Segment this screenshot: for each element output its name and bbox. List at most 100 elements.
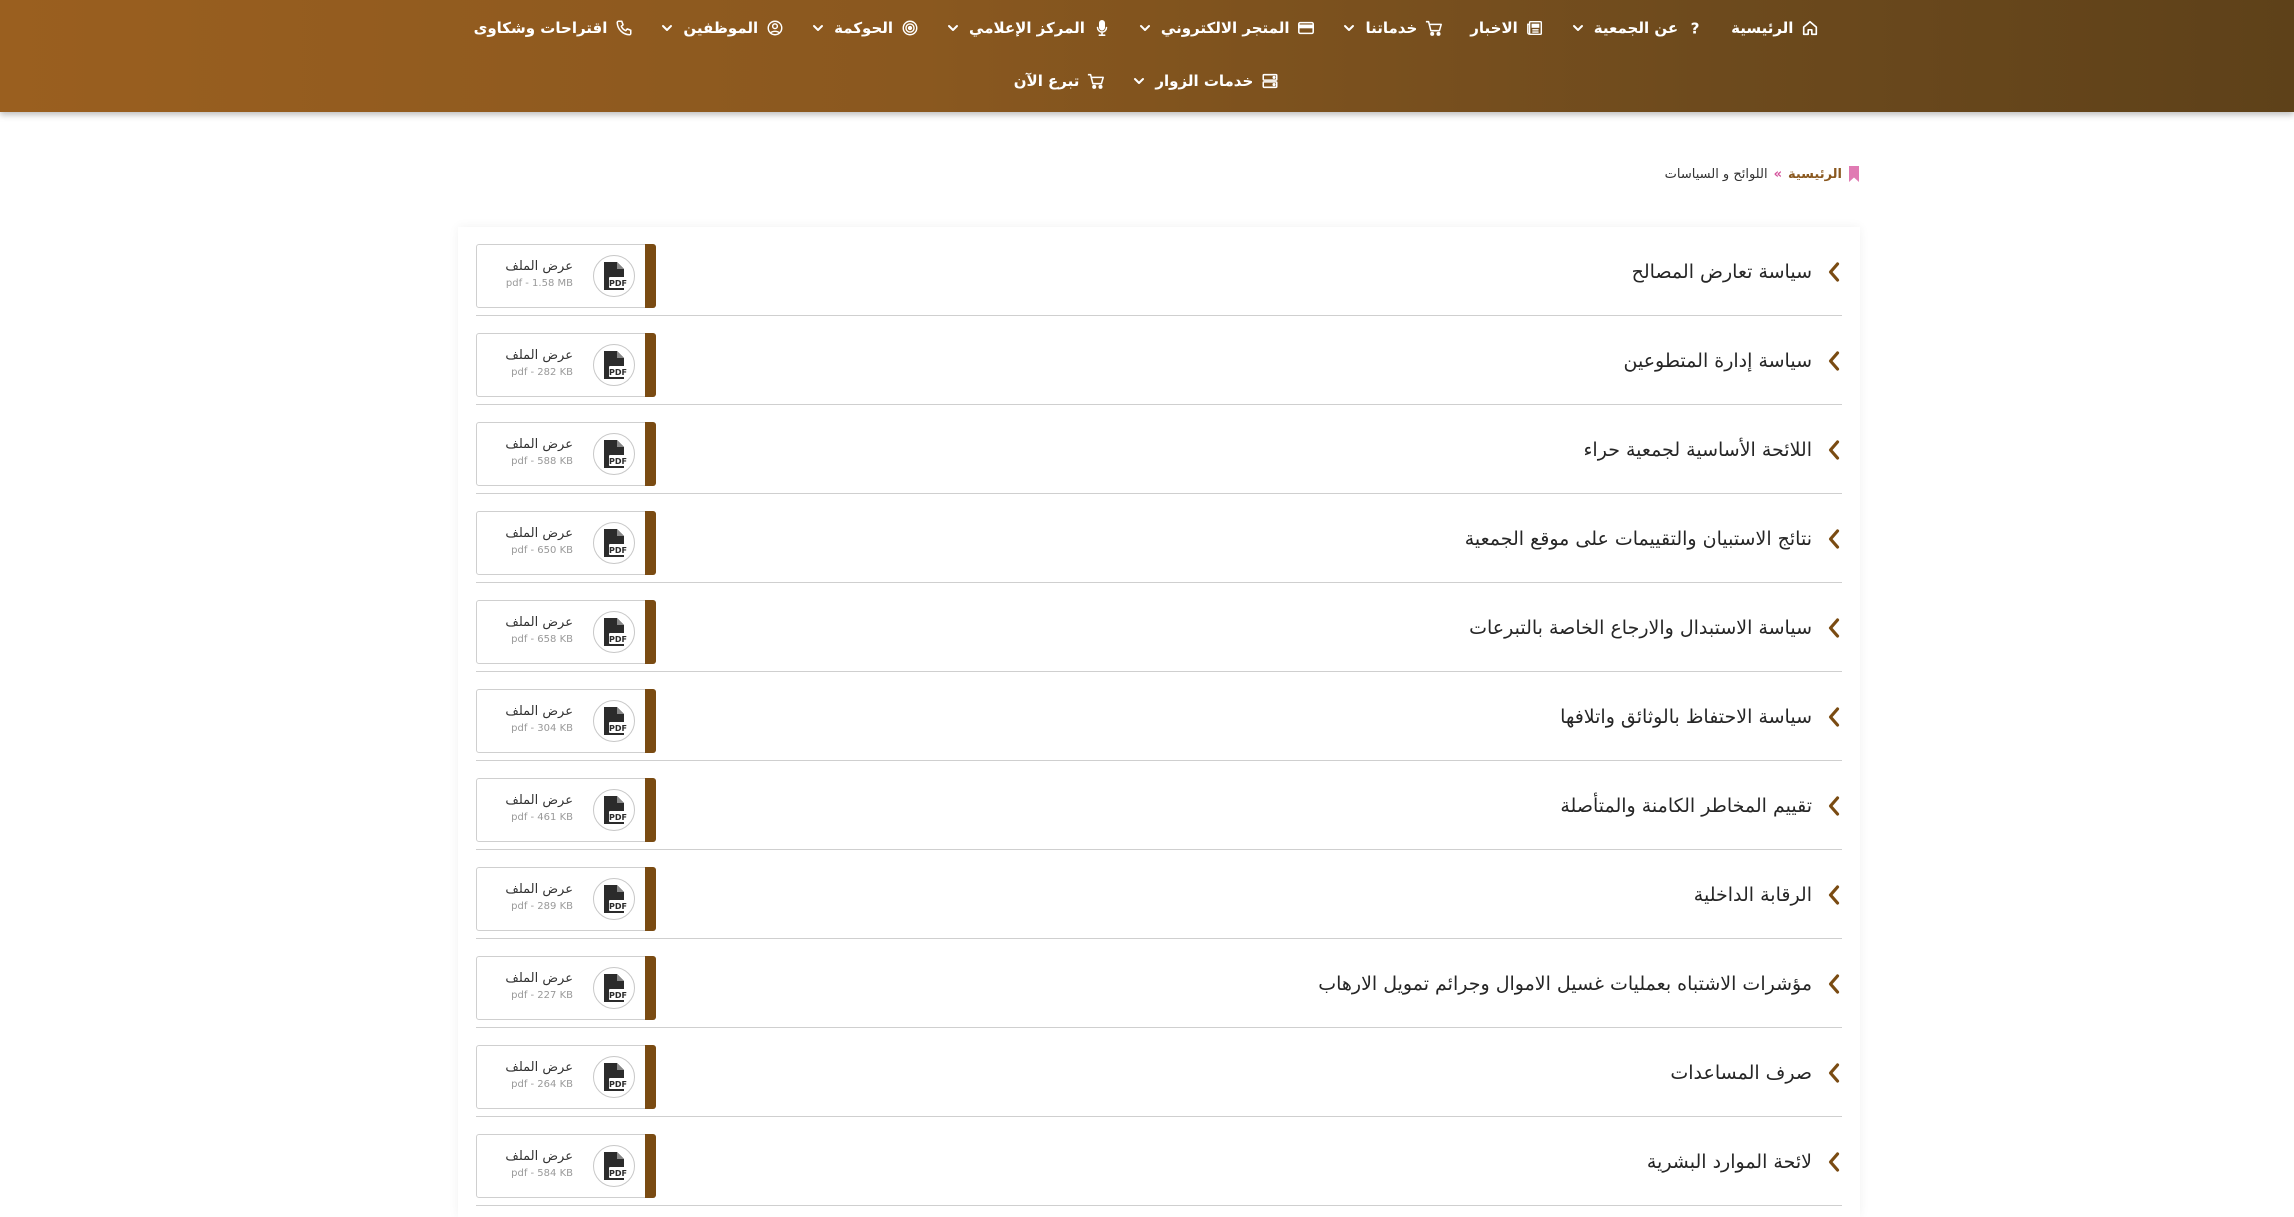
document-title: نتائج الاستبيان والتقييمات على موقع الجم… <box>1464 527 1812 550</box>
view-file-label: عرض الملف <box>505 437 573 452</box>
top-navigation-bar: الرئيسية? عن الجمعية الاخبار خدماتنا المتجر … <box>0 0 2294 112</box>
file-accent-bar <box>645 244 656 308</box>
chevron-down-icon <box>1571 21 1585 35</box>
document-row: تقييم المخاطر الكامنة والمتأصلة PDF عرض ال… <box>476 761 1842 850</box>
breadcrumb-separator: » <box>1773 166 1782 182</box>
chevron-down-icon <box>946 21 960 35</box>
document-title: اللائحة الأساسية لجمعية حراء <box>1583 438 1813 461</box>
pdf-file-icon: PDF <box>593 611 635 653</box>
nav-item-server[interactable]: خدمات الزوار <box>1119 71 1293 91</box>
view-file-button[interactable]: PDF عرض الملف pdf - 282 KB <box>476 333 656 397</box>
view-file-button[interactable]: PDF عرض الملف pdf - 264 KB <box>476 1045 656 1109</box>
file-accent-bar <box>645 1134 656 1198</box>
nav-item-user-circle[interactable]: الموظفين <box>647 18 798 38</box>
view-file-button[interactable]: PDF عرض الملف pdf - 588 KB <box>476 422 656 486</box>
view-file-button[interactable]: PDF عرض الملف pdf - 650 KB <box>476 511 656 575</box>
document-row: لائحة الموارد البشرية PDF عرض الملف pdf - 5… <box>476 1117 1842 1206</box>
view-file-button[interactable]: PDF عرض الملف pdf - 304 KB <box>476 689 656 753</box>
document-title: الرقابة الداخلية <box>1693 883 1812 906</box>
nav-item-label: خدماتنا <box>1365 19 1418 37</box>
chevron-down-icon <box>1138 21 1152 35</box>
chevron-left-icon <box>1826 1062 1842 1084</box>
document-title-toggle[interactable]: الرقابة الداخلية <box>1694 850 1842 939</box>
svg-text:PDF: PDF <box>609 1169 627 1178</box>
newspaper-icon <box>1525 18 1545 38</box>
nav-item-microphone[interactable]: المركز الإعلامي <box>933 18 1125 38</box>
view-file-button[interactable]: PDF عرض الملف pdf - 227 KB <box>476 956 656 1020</box>
svg-text:PDF: PDF <box>609 457 627 466</box>
file-meta: pdf - 264 KB <box>511 1079 573 1090</box>
pdf-file-icon: PDF <box>593 1145 635 1187</box>
svg-text:PDF: PDF <box>609 902 627 911</box>
nav-item-newspaper[interactable]: الاخبار <box>1457 18 1558 38</box>
svg-text:PDF: PDF <box>609 991 627 1000</box>
nav-item-credit-card[interactable]: المتجر الالكتروني <box>1125 18 1330 38</box>
view-file-button[interactable]: PDF عرض الملف pdf - 461 KB <box>476 778 656 842</box>
svg-text:PDF: PDF <box>609 813 627 822</box>
home-icon <box>1800 18 1820 38</box>
documents-list: سياسة تعارض المصالح PDF عرض الملف pdf - 1.5… <box>458 227 1860 1217</box>
nav-item-phone[interactable]: اقتراحات وشكاوى <box>461 18 648 38</box>
nav-item-label: عن الجمعية <box>1593 19 1679 37</box>
svg-text:?: ? <box>1691 19 1700 37</box>
document-title-toggle[interactable]: سياسة تعارض المصالح <box>1632 227 1842 316</box>
document-title-toggle[interactable]: نتائج الاستبيان والتقييمات على موقع الجم… <box>1465 494 1842 583</box>
document-title: صرف المساعدات <box>1670 1061 1812 1084</box>
chevron-left-icon <box>1826 261 1842 283</box>
file-meta: pdf - 1.58 MB <box>505 278 573 289</box>
document-title-toggle[interactable]: سياسة الاستبدال والارجاع الخاصة بالتبرعا… <box>1469 583 1842 672</box>
nav-item-home[interactable]: الرئيسية <box>1718 18 1833 38</box>
nav-item-label: الموظفين <box>683 19 759 37</box>
nav-item-cart[interactable]: خدماتنا <box>1329 18 1457 38</box>
chevron-down-icon <box>1342 21 1356 35</box>
view-file-button[interactable]: PDF عرض الملف pdf - 289 KB <box>476 867 656 931</box>
pdf-file-icon: PDF <box>593 967 635 1009</box>
nav-item-label: الاخبار <box>1470 19 1518 37</box>
file-accent-bar <box>645 422 656 486</box>
document-row: صرف المساعدات PDF عرض الملف pdf - 264 KB <box>476 1028 1842 1117</box>
document-row: سياسة إدارة المتطوعين PDF عرض الملف pdf - 2… <box>476 316 1842 405</box>
document-title-toggle[interactable]: مؤشرات الاشتباه بعمليات غسيل الاموال وجر… <box>1318 939 1842 1028</box>
chevron-left-icon <box>1826 617 1842 639</box>
document-title: سياسة الاستبدال والارجاع الخاصة بالتبرعا… <box>1469 616 1812 639</box>
breadcrumb: الرئيسية » اللوائح و السياسات <box>1665 166 1860 182</box>
file-accent-bar <box>645 600 656 664</box>
nav-item-question[interactable]: ? عن الجمعية <box>1558 18 1718 38</box>
nav-item-cart[interactable]: تبرع الآن <box>1001 71 1120 91</box>
view-file-label: عرض الملف <box>505 793 573 808</box>
file-accent-bar <box>645 333 656 397</box>
file-meta: pdf - 650 KB <box>511 545 573 556</box>
chevron-down-icon <box>1132 74 1146 88</box>
nav-item-label: اقتراحات وشكاوى <box>473 19 608 37</box>
view-file-label: عرض الملف <box>505 1149 573 1164</box>
chevron-left-icon <box>1826 1151 1842 1173</box>
document-title: سياسة إدارة المتطوعين <box>1623 349 1813 372</box>
document-title-toggle[interactable]: تقييم المخاطر الكامنة والمتأصلة <box>1560 761 1842 850</box>
document-title-toggle[interactable]: سياسة الاحتفاظ بالوثائق واتلافها <box>1560 672 1842 761</box>
target-icon <box>900 18 920 38</box>
document-title-toggle[interactable]: سياسة إدارة المتطوعين <box>1624 316 1843 405</box>
file-accent-bar <box>645 511 656 575</box>
document-row: اللائحة الأساسية لجمعية حراء PDF عرض الملف… <box>476 405 1842 494</box>
document-title-toggle[interactable]: اللائحة الأساسية لجمعية حراء <box>1584 405 1843 494</box>
view-file-label: عرض الملف <box>505 882 573 897</box>
nav-item-label: الرئيسية <box>1731 19 1794 37</box>
file-meta: pdf - 282 KB <box>511 367 573 378</box>
nav-item-label: خدمات الزوار <box>1155 72 1254 90</box>
document-row: سياسة الاستبدال والارجاع الخاصة بالتبرعا… <box>476 583 1842 672</box>
breadcrumb-home-link[interactable]: الرئيسية <box>1788 167 1842 182</box>
document-title-toggle[interactable]: صرف المساعدات <box>1670 1028 1842 1117</box>
document-title-toggle[interactable]: لائحة الموارد البشرية <box>1647 1117 1842 1206</box>
chevron-down-icon <box>660 21 674 35</box>
nav-item-target[interactable]: الحوكمة <box>798 18 933 38</box>
file-meta: pdf - 461 KB <box>511 812 573 823</box>
pdf-file-icon: PDF <box>593 1056 635 1098</box>
view-file-label: عرض الملف <box>505 1060 573 1075</box>
view-file-button[interactable]: PDF عرض الملف pdf - 584 KB <box>476 1134 656 1198</box>
file-accent-bar <box>645 689 656 753</box>
pdf-file-icon: PDF <box>593 344 635 386</box>
view-file-button[interactable]: PDF عرض الملف pdf - 1.58 MB <box>476 244 656 308</box>
view-file-button[interactable]: PDF عرض الملف pdf - 658 KB <box>476 600 656 664</box>
view-file-label: عرض الملف <box>505 348 573 363</box>
question-icon: ? <box>1685 18 1705 38</box>
